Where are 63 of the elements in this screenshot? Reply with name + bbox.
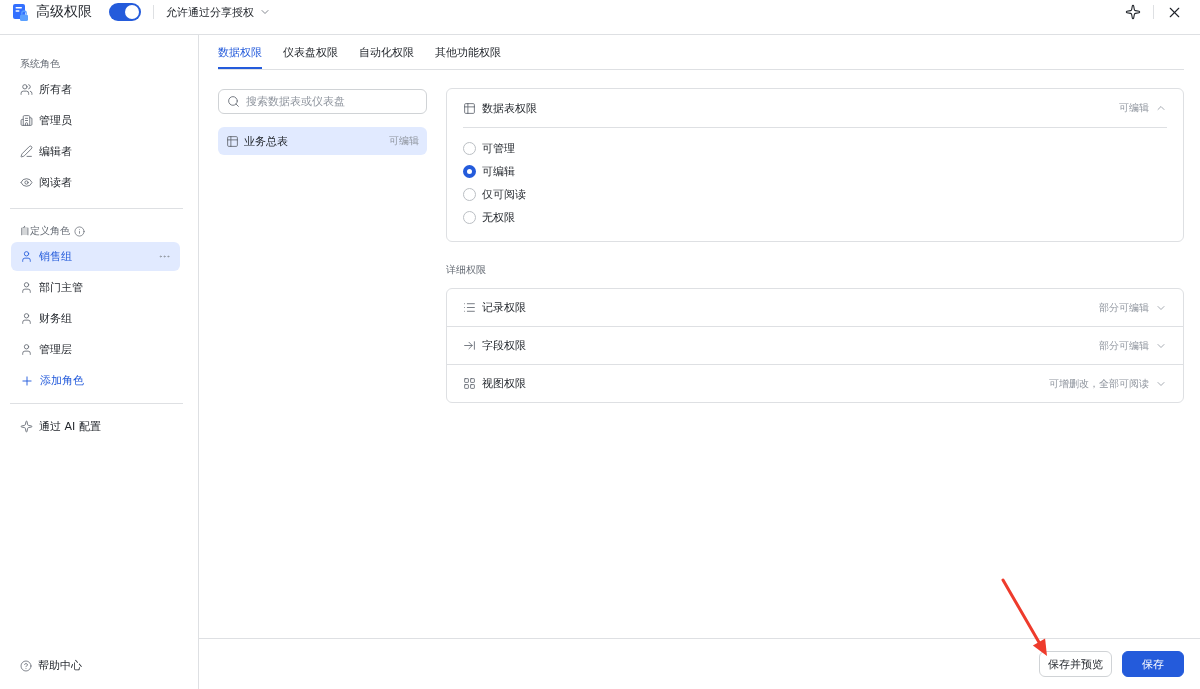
toggle-switch[interactable] [109, 3, 141, 21]
add-role-button[interactable]: 添加角色 [11, 366, 180, 395]
table-icon [226, 134, 239, 148]
role-item[interactable]: 管理员 [11, 106, 180, 135]
ai-config-item[interactable]: 通过 AI 配置 [11, 412, 180, 441]
permission-label: 可编辑 [389, 134, 419, 148]
role-item[interactable]: 销售组 [11, 242, 180, 271]
role-item[interactable]: 管理层 [11, 335, 180, 364]
search-icon [227, 95, 240, 108]
tab[interactable]: 自动化权限 [359, 35, 414, 69]
role-item[interactable]: 编辑者 [11, 137, 180, 166]
building-icon [20, 114, 33, 127]
users-icon [20, 83, 33, 96]
arrow-to-line-icon [463, 339, 476, 352]
radio-button[interactable] [463, 211, 476, 224]
role-item[interactable]: 阅读者 [11, 168, 180, 197]
person-icon [20, 343, 33, 356]
section-label: 自定义角色 [20, 224, 70, 238]
tab[interactable]: 仪表盘权限 [283, 35, 338, 69]
sparkle-icon[interactable] [1125, 4, 1141, 20]
help-icon [20, 659, 32, 672]
table-icon [463, 101, 476, 115]
plus-icon [20, 373, 34, 388]
document-lock-icon [13, 3, 28, 21]
pen-icon [20, 145, 33, 158]
radio-button[interactable] [463, 165, 476, 178]
permission-summary: 可增删改，全部可阅读 [1049, 376, 1149, 391]
search-field[interactable]: 搜索数据表或仪表盘 [218, 89, 427, 114]
table-name: 业务总表 [244, 133, 289, 149]
grid-icon [463, 377, 476, 390]
radio-button[interactable] [463, 142, 476, 155]
share-option-dropdown[interactable]: 允许通过分享授权 [166, 4, 271, 20]
role-item[interactable]: 所有者 [11, 75, 180, 104]
role-item[interactable]: 部门主管 [11, 273, 180, 302]
save-and-preview-button[interactable]: 保存并预览 [1039, 651, 1112, 677]
permission-summary: 部分可编辑 [1099, 300, 1149, 315]
radio-label[interactable]: 可编辑 [482, 164, 515, 179]
tab[interactable]: 数据权限 [218, 35, 262, 69]
permission-summary: 可编辑 [1119, 101, 1149, 115]
radio-button[interactable] [463, 188, 476, 201]
radio-label[interactable]: 无权限 [482, 210, 515, 225]
eye-icon [20, 176, 33, 189]
role-item[interactable]: 财务组 [11, 304, 180, 333]
help-center-link[interactable]: 帮助中心 [11, 651, 180, 680]
sparkle-icon [20, 420, 33, 433]
section-label: 系统角色 [20, 57, 60, 71]
table-list-item[interactable]: 业务总表 可编辑 [218, 127, 427, 155]
section-label: 详细权限 [446, 263, 486, 277]
row-title: 记录权限 [482, 300, 527, 315]
row-title: 视图权限 [482, 376, 527, 391]
save-button[interactable]: 保存 [1122, 651, 1184, 677]
info-icon [74, 225, 85, 237]
permission-summary: 部分可编辑 [1099, 338, 1149, 353]
card-title: 数据表权限 [482, 100, 538, 116]
person-icon [20, 250, 33, 263]
tab[interactable]: 其他功能权限 [435, 35, 501, 69]
radio-label[interactable]: 仅可阅读 [482, 187, 526, 202]
person-icon [20, 281, 33, 294]
list-icon [463, 301, 476, 314]
row-title: 字段权限 [482, 338, 527, 353]
person-icon [20, 312, 33, 325]
radio-label[interactable]: 可管理 [482, 141, 515, 156]
page-title: 高级权限 [36, 3, 92, 21]
